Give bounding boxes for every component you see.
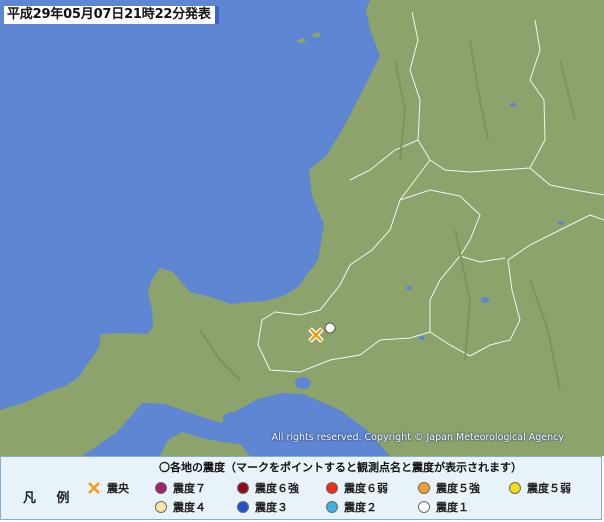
legend-label-intensity: 震度４ <box>173 501 206 514</box>
legend-item-intensity-2: 震度２ <box>326 498 377 516</box>
legend-title: 凡 例 <box>23 491 78 506</box>
legend-heading: 〇各地の震度（マークをポイントすると観測点名と震度が表示されます） <box>159 461 522 474</box>
legend-label-intensity: 震度７ <box>173 482 206 495</box>
legend-label-epicenter: 震央 <box>107 482 129 495</box>
intensity-dot-icon <box>418 501 430 513</box>
legend-item-intensity-5-upper: 震度５強 <box>418 479 480 497</box>
legend-item-intensity-6-lower: 震度６弱 <box>326 479 388 497</box>
legend-item-intensity-4: 震度４ <box>155 498 206 516</box>
legend-item-intensity-6-upper: 震度６強 <box>237 479 299 497</box>
legend-item-intensity-7: 震度７ <box>155 479 206 497</box>
observation-point-white-circle-icon[interactable] <box>324 322 336 334</box>
copyright-notice: All rights reserved. Copyright © Japan M… <box>271 432 564 443</box>
legend-item-intensity-1: 震度１ <box>418 498 469 516</box>
intensity-dot-icon <box>326 482 338 494</box>
intensity-dot-icon <box>237 501 249 513</box>
intensity-dot-icon <box>326 501 338 513</box>
intensity-dot-icon <box>509 482 521 494</box>
legend-item-intensity-5-lower: 震度５弱 <box>509 479 571 497</box>
legend-panel: 凡 例 〇各地の震度（マークをポイントすると観測点名と震度が表示されます） 震央… <box>0 456 602 520</box>
legend-label-intensity: 震度６弱 <box>344 482 388 495</box>
announcement-timestamp: 平成29年05月07日21時22分発表 <box>4 6 219 24</box>
intensity-dot-icon <box>155 501 167 513</box>
legend-item-intensity-3: 震度３ <box>237 498 288 516</box>
legend-label-intensity: 震度２ <box>344 501 377 514</box>
intensity-dot-icon <box>155 482 167 494</box>
legend-label-intensity: 震度１ <box>436 501 469 514</box>
legend-item-epicenter: 震央 <box>87 479 129 497</box>
cross-icon <box>88 482 100 494</box>
legend-label-intensity: 震度６強 <box>255 482 299 495</box>
intensity-dot-icon <box>418 482 430 494</box>
earthquake-map-page: 平成29年05月07日21時22分発表 All rights reserved.… <box>0 0 604 522</box>
intensity-dot-icon <box>237 482 249 494</box>
legend-label-intensity: 震度３ <box>255 501 288 514</box>
hokkaido-map: 平成29年05月07日21時22分発表 All rights reserved.… <box>0 0 604 456</box>
legend-label-intensity: 震度５強 <box>436 482 480 495</box>
map-graphic <box>0 0 604 456</box>
legend-label-intensity: 震度５弱 <box>527 482 571 495</box>
